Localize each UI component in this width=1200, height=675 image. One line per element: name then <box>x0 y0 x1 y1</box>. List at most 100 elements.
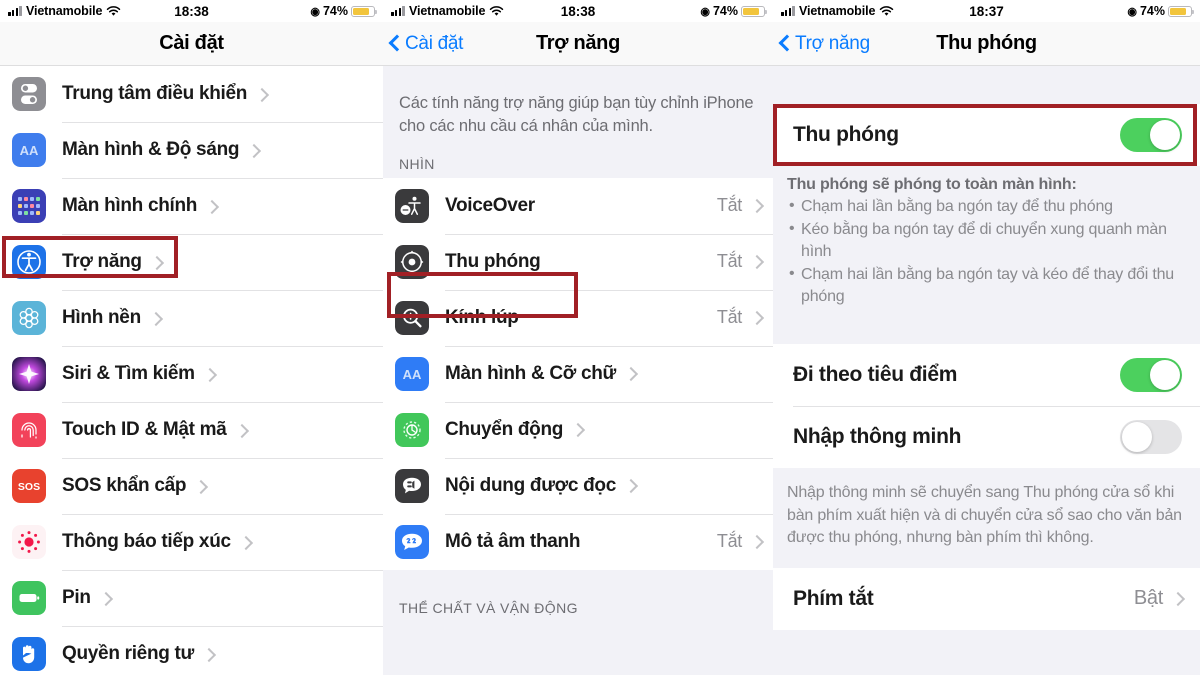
sidebar-item-control-center[interactable]: Trung tâm điều khiển <box>0 66 383 122</box>
magnifier-icon <box>395 300 429 335</box>
nav-bar-accessibility: Cài đặt Trợ năng <box>383 22 773 66</box>
status-right-3: ◉ 74% <box>1127 4 1195 18</box>
chevron-right-icon <box>257 87 266 102</box>
home-screen-icon <box>12 189 46 223</box>
phone-screen-zoom: Vietnamobile 18:37 ◉ 74% Trợ năng Thu ph… <box>773 0 1200 675</box>
chevron-right-icon <box>241 535 250 550</box>
back-button-settings[interactable]: Cài đặt <box>383 33 463 55</box>
accessibility-list-scroll[interactable]: Các tính năng trợ năng giúp bạn tùy chỉn… <box>383 66 773 675</box>
sidebar-item-privacy[interactable]: Quyền riêng tư <box>0 626 383 675</box>
svg-text:AA: AA <box>20 143 39 158</box>
status-right-1: ◉ 74% <box>310 4 378 18</box>
zoom-note-bullet: Chạm hai lần bằng ba ngón tay để thu phó… <box>787 195 1186 218</box>
sidebar-item-label: Touch ID & Mật mã <box>62 419 227 440</box>
sidebar-item-audio-descriptions[interactable]: Mô tả âm thanh Tắt <box>383 513 773 570</box>
control-center-icon <box>12 77 46 111</box>
zoom-options-group: Đi theo tiêu điểm Nhập thông minh <box>773 344 1200 469</box>
group-gap <box>773 326 1200 345</box>
sidebar-item-exposure-notifications[interactable]: Thông báo tiếp xúc <box>0 514 383 570</box>
chevron-right-icon <box>196 479 205 494</box>
chevron-right-icon <box>237 423 246 438</box>
battery-percent-2: 74% <box>712 4 738 18</box>
wifi-icon <box>489 5 504 17</box>
sidebar-item-touch-id-passcode[interactable]: Touch ID & Mật mã <box>0 402 383 458</box>
toggle-zoom[interactable] <box>1120 118 1182 152</box>
sidebar-item-label: Trung tâm điều khiển <box>62 83 248 104</box>
settings-list-scroll[interactable]: Trung tâm điều khiển AA Màn hình & Độ sá… <box>0 66 383 675</box>
setting-label-zoom: Thu phóng <box>793 123 899 146</box>
back-button-accessibility[interactable]: Trợ năng <box>773 33 870 55</box>
zoom-toggle-group: Thu phóng <box>773 104 1200 166</box>
zoom-icon <box>395 244 429 279</box>
sidebar-item-accessibility[interactable]: Trợ năng <box>0 234 383 290</box>
location-arrow-icon: ◉ <box>310 5 320 18</box>
accessibility-icon <box>12 245 46 279</box>
sidebar-item-label: Mô tả âm thanh <box>445 530 581 552</box>
sidebar-item-magnifier[interactable]: Kính lúp Tắt <box>383 289 773 346</box>
exposure-notification-icon <box>12 525 46 559</box>
status-left-1: Vietnamobile <box>8 4 121 18</box>
sidebar-item-display-brightness[interactable]: AA Màn hình & Độ sáng <box>0 122 383 178</box>
zoom-note-bullet: Chạm hai lần bằng ba ngón tay và kéo để … <box>787 263 1186 309</box>
top-spacer <box>773 66 1200 104</box>
zoom-note-bullet: Kéo bằng ba ngón tay để di chuyển xung q… <box>787 218 1186 264</box>
sidebar-item-siri-search[interactable]: Siri & Tìm kiếm <box>0 346 383 402</box>
setting-row-follow-focus[interactable]: Đi theo tiêu điểm <box>773 344 1200 407</box>
setting-row-smart-typing[interactable]: Nhập thông minh <box>773 406 1200 469</box>
chevron-right-icon <box>152 255 161 270</box>
carrier-name: Vietnamobile <box>25 4 103 18</box>
sidebar-item-label: Màn hình & Độ sáng <box>62 139 240 160</box>
sidebar-item-label: Kính lúp <box>445 306 519 328</box>
row-value: Tắt <box>716 195 742 216</box>
battery-percent-1: 74% <box>322 4 348 18</box>
sidebar-item-wallpaper[interactable]: Hình nền <box>0 290 383 346</box>
setting-value-shortcut: Bật <box>1133 587 1163 610</box>
group-gap <box>383 569 773 592</box>
chevron-right-icon <box>573 422 582 437</box>
chevron-left-icon <box>779 34 790 53</box>
setting-row-zoom[interactable]: Thu phóng <box>773 104 1200 166</box>
zoom-settings-scroll[interactable]: Thu phóng Thu phóng sẽ phóng to toàn màn… <box>773 66 1200 675</box>
cellular-signal-icon <box>391 6 405 16</box>
location-arrow-icon: ◉ <box>700 5 710 18</box>
chevron-left-icon <box>389 34 400 53</box>
chevron-right-icon <box>1173 591 1182 606</box>
location-arrow-icon: ◉ <box>1127 5 1137 18</box>
voiceover-icon <box>395 188 429 223</box>
sidebar-item-home-screen[interactable]: Màn hình chính <box>0 178 383 234</box>
sos-icon: SOS <box>12 469 46 503</box>
zoom-description-note: Thu phóng sẽ phóng to toàn màn hình: Chạ… <box>773 166 1200 327</box>
sidebar-item-motion[interactable]: Chuyển động <box>383 401 773 458</box>
sidebar-item-zoom[interactable]: Thu phóng Tắt <box>383 233 773 290</box>
accessibility-intro-text: Các tính năng trợ năng giúp bạn tùy chỉn… <box>383 66 773 148</box>
row-value: Tắt <box>716 251 742 272</box>
sidebar-item-voiceover[interactable]: VoiceOver Tắt <box>383 177 773 234</box>
nav-bar-settings: Cài đặt <box>0 22 383 66</box>
section-header-physical-motor: THỂ CHẤT VÀ VẬN ĐỘNG <box>383 591 773 622</box>
back-button-label: Trợ năng <box>795 32 870 54</box>
status-bar-3: Vietnamobile 18:37 ◉ 74% <box>773 0 1200 22</box>
setting-row-shortcut[interactable]: Phím tắt Bật <box>773 567 1200 630</box>
sidebar-item-label: Màn hình & Cỡ chữ <box>445 362 616 384</box>
battery-icon-3 <box>1168 5 1195 17</box>
touch-id-icon <box>12 413 46 447</box>
chevron-right-icon <box>204 647 213 662</box>
sidebar-item-emergency-sos[interactable]: SOS SOS khẩn cấp <box>0 458 383 514</box>
toggle-follow-focus[interactable] <box>1120 358 1182 393</box>
svg-text:SOS: SOS <box>18 481 40 493</box>
sidebar-item-display-text-size[interactable]: AA Màn hình & Cỡ chữ <box>383 345 773 402</box>
display-brightness-icon: AA <box>12 133 46 167</box>
chevron-right-icon <box>101 591 110 606</box>
sidebar-item-label: Nội dung được đọc <box>445 474 616 496</box>
sidebar-item-label: Siri & Tìm kiếm <box>62 363 195 384</box>
status-bar-1: Vietnamobile 18:38 ◉ 74% <box>0 0 383 22</box>
sidebar-item-spoken-content[interactable]: Nội dung được đọc <box>383 457 773 514</box>
chevron-right-icon <box>752 310 761 325</box>
display-text-size-icon: AA <box>395 356 429 391</box>
carrier-name: Vietnamobile <box>798 4 876 18</box>
vision-group: VoiceOver Tắt Thu phóng Tắt Kính lúp Tắt… <box>383 177 773 570</box>
smart-typing-note: Nhập thông minh sẽ chuyển sang Thu phóng… <box>773 468 1200 568</box>
battery-percent-3: 74% <box>1139 4 1165 18</box>
toggle-smart-typing[interactable] <box>1120 420 1182 455</box>
sidebar-item-battery[interactable]: Pin <box>0 570 383 626</box>
